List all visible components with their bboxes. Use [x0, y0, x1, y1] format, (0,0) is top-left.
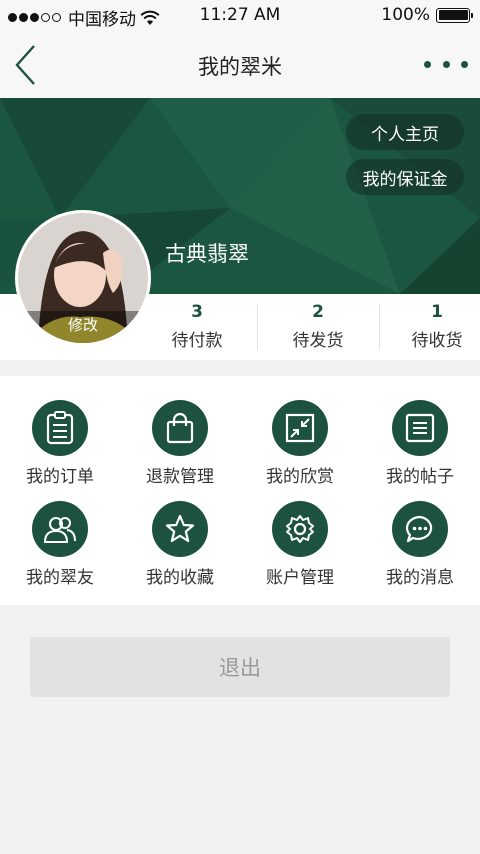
menu-label: 我的翠友: [26, 568, 94, 588]
stat-count: 1: [431, 302, 443, 322]
menu-label: 我的收藏: [146, 568, 214, 588]
more-dot-icon: [442, 60, 450, 68]
shopping-bag-icon: [152, 400, 208, 456]
page-title: 我的翠米: [198, 55, 282, 79]
menu-label: 我的欣赏: [266, 467, 334, 487]
stat-pending-receipt[interactable]: 1 待收货: [379, 294, 480, 360]
battery-percent: 100%: [381, 5, 430, 25]
clipboard-icon: [32, 400, 88, 456]
logout-button[interactable]: 退出: [30, 637, 450, 697]
menu-item-favorites[interactable]: 我的收藏: [120, 501, 240, 605]
battery-icon: [436, 7, 473, 23]
menu-item-messages[interactable]: 我的消息: [360, 501, 480, 605]
star-icon: [152, 501, 208, 557]
more-dot-icon: [424, 60, 431, 68]
more-options-button[interactable]: [424, 54, 468, 74]
stat-pending-payment[interactable]: 3 待付款: [137, 294, 257, 360]
my-deposit-button[interactable]: 我的保证金: [346, 159, 464, 195]
document-lines-icon: [392, 400, 448, 456]
stat-label: 待收货: [411, 331, 463, 351]
menu-label: 退款管理: [146, 467, 214, 487]
friends-icon: [32, 501, 88, 557]
menu-item-refunds[interactable]: 退款管理: [120, 400, 240, 504]
shrink-arrows-icon: [272, 400, 328, 456]
stat-label: 待发货: [292, 331, 344, 351]
gear-icon: [272, 501, 328, 557]
status-bar: 中国移动 11:27 AM 100%: [0, 0, 480, 32]
chat-bubble-icon: [392, 501, 448, 557]
stat-count: 2: [312, 302, 324, 322]
menu-grid: 我的订单 退款管理 我的欣赏 我的帖子 我的翠友 我的收藏 账户管理 我的消息: [0, 376, 480, 605]
status-right: 100%: [381, 5, 473, 25]
menu-item-appreciation[interactable]: 我的欣赏: [240, 400, 360, 504]
username: 古典翡翠: [165, 242, 249, 266]
menu-item-account[interactable]: 账户管理: [240, 501, 360, 605]
menu-label: 账户管理: [266, 568, 334, 588]
stat-count: 3: [191, 302, 203, 322]
menu-item-orders[interactable]: 我的订单: [0, 400, 120, 504]
nav-bar: 我的翠米: [0, 32, 480, 98]
stat-pending-shipment[interactable]: 2 待发货: [257, 294, 379, 360]
edit-avatar-button[interactable]: 修改: [18, 311, 148, 343]
menu-item-friends[interactable]: 我的翠友: [0, 501, 120, 605]
more-dot-icon: [461, 60, 468, 68]
avatar[interactable]: 修改: [15, 210, 151, 346]
menu-label: 我的帖子: [386, 467, 454, 487]
menu-item-posts[interactable]: 我的帖子: [360, 400, 480, 504]
menu-label: 我的订单: [26, 467, 94, 487]
personal-homepage-button[interactable]: 个人主页: [346, 114, 464, 150]
menu-label: 我的消息: [386, 568, 454, 588]
stat-label: 待付款: [171, 331, 223, 351]
